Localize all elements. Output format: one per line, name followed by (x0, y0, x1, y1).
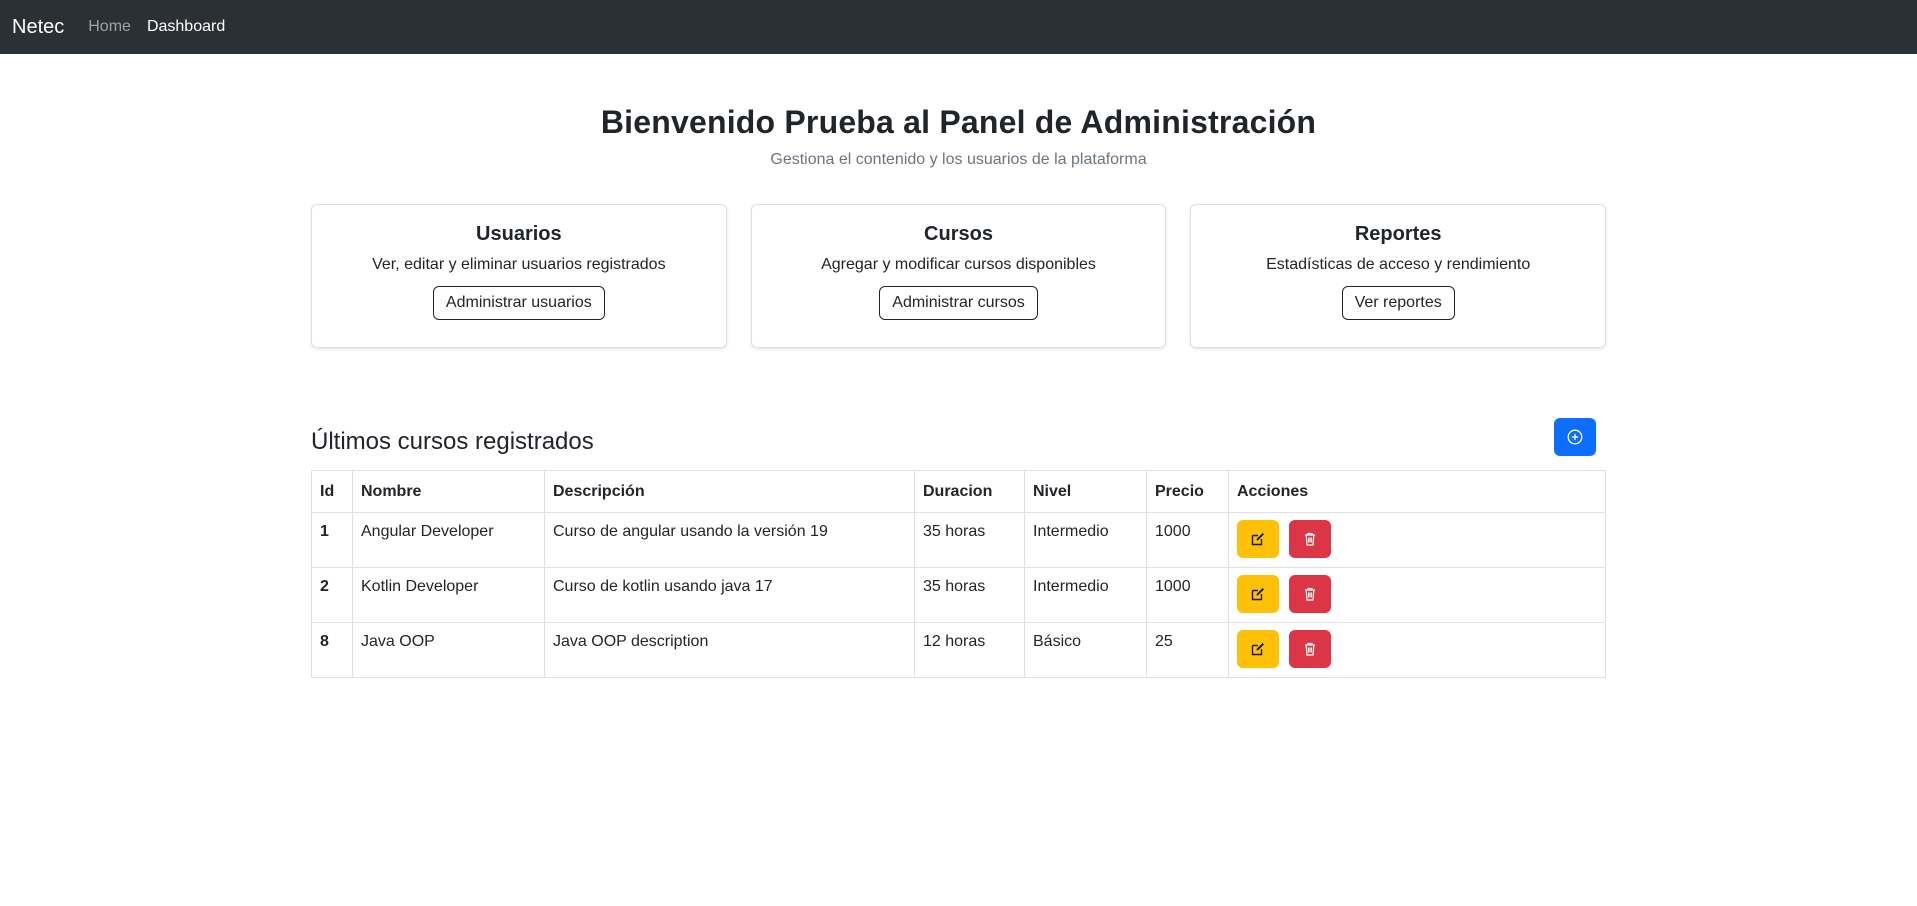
card-title: Reportes (1354, 223, 1442, 245)
column-header-nombre: Nombre (352, 470, 545, 513)
cell-precio: 1000 (1146, 567, 1229, 623)
view-reports-button[interactable]: Ver reportes (1341, 286, 1455, 320)
card-cursos: Cursos Agregar y modificar cursos dispon… (750, 204, 1167, 348)
card-reportes: Reportes Estadísticas de acceso y rendim… (1190, 204, 1607, 348)
cell-duracion: 12 horas (914, 622, 1025, 678)
trash-icon (1302, 641, 1318, 657)
admin-cards: Usuarios Ver, editar y eliminar usuarios… (311, 204, 1607, 348)
pencil-square-icon (1250, 586, 1266, 602)
cell-precio: 25 (1146, 622, 1229, 678)
page-subtitle: Gestiona el contenido y los usuarios de … (770, 151, 1147, 168)
add-course-button[interactable] (1554, 418, 1596, 456)
cell-nivel: Intermedio (1024, 567, 1147, 623)
table-row: 1 Angular Developer Curso de angular usa… (311, 512, 1606, 568)
cell-nombre: Angular Developer (352, 512, 545, 568)
table-row: 2 Kotlin Developer Curso de kotlin usand… (311, 567, 1606, 623)
card-description: Estadísticas de acceso y rendimiento (1266, 256, 1531, 273)
cell-duracion: 35 horas (914, 567, 1025, 623)
column-header-duracion: Duracion (914, 470, 1025, 513)
cell-nombre: Kotlin Developer (352, 567, 545, 623)
column-header-id: Id (311, 470, 353, 513)
edit-course-button[interactable] (1237, 630, 1279, 668)
delete-course-button[interactable] (1289, 630, 1332, 668)
cell-descripcion: Curso de angular usando la versión 19 (544, 512, 915, 568)
nav-link-home[interactable]: Home (88, 18, 131, 36)
pencil-square-icon (1250, 641, 1266, 657)
navbar: Netec Home Dashboard (0, 0, 1917, 54)
table-row: 8 Java OOP Java OOP description 12 horas… (311, 622, 1606, 678)
column-header-precio: Precio (1146, 470, 1229, 513)
trash-icon (1302, 531, 1318, 547)
card-title: Usuarios (476, 223, 562, 245)
cell-precio: 1000 (1146, 512, 1229, 568)
column-header-descripcion: Descripción (544, 470, 915, 513)
cell-acciones (1228, 567, 1606, 623)
brand-logo[interactable]: Netec (12, 16, 64, 39)
trash-icon (1302, 586, 1318, 602)
main-container: Usuarios Ver, editar y eliminar usuarios… (311, 204, 1607, 678)
column-header-nivel: Nivel (1024, 470, 1147, 513)
column-header-acciones: Acciones (1228, 470, 1606, 513)
cell-nivel: Básico (1024, 622, 1147, 678)
cell-duracion: 35 horas (914, 512, 1025, 568)
courses-table: Id Nombre Descripción Duracion Nivel Pre… (311, 470, 1606, 678)
manage-courses-button[interactable]: Administrar cursos (879, 286, 1038, 320)
plus-circle-icon (1567, 429, 1583, 445)
pencil-square-icon (1250, 531, 1266, 547)
delete-course-button[interactable] (1289, 520, 1332, 558)
page-header: Bienvenido Prueba al Panel de Administra… (0, 104, 1917, 169)
cell-descripcion: Curso de kotlin usando java 17 (544, 567, 915, 623)
edit-course-button[interactable] (1237, 520, 1279, 558)
cell-descripcion: Java OOP description (544, 622, 915, 678)
card-title: Cursos (924, 223, 993, 245)
cell-acciones (1228, 512, 1606, 568)
cell-acciones (1228, 622, 1606, 678)
cell-nombre: Java OOP (352, 622, 545, 678)
cell-id: 8 (311, 622, 353, 678)
cell-id: 1 (311, 512, 353, 568)
page-title: Bienvenido Prueba al Panel de Administra… (600, 104, 1317, 140)
card-usuarios: Usuarios Ver, editar y eliminar usuarios… (311, 204, 727, 348)
courses-section-title: Últimos cursos registrados (311, 428, 594, 455)
courses-section-header: Últimos cursos registrados (311, 418, 1606, 456)
card-description: Ver, editar y eliminar usuarios registra… (372, 256, 666, 273)
table-header-row: Id Nombre Descripción Duracion Nivel Pre… (311, 470, 1606, 513)
delete-course-button[interactable] (1289, 575, 1332, 613)
manage-users-button[interactable]: Administrar usuarios (432, 286, 605, 320)
cell-nivel: Intermedio (1024, 512, 1147, 568)
cell-id: 2 (311, 567, 353, 623)
card-description: Agregar y modificar cursos disponibles (821, 256, 1096, 273)
nav-link-dashboard[interactable]: Dashboard (147, 18, 225, 36)
edit-course-button[interactable] (1237, 575, 1279, 613)
